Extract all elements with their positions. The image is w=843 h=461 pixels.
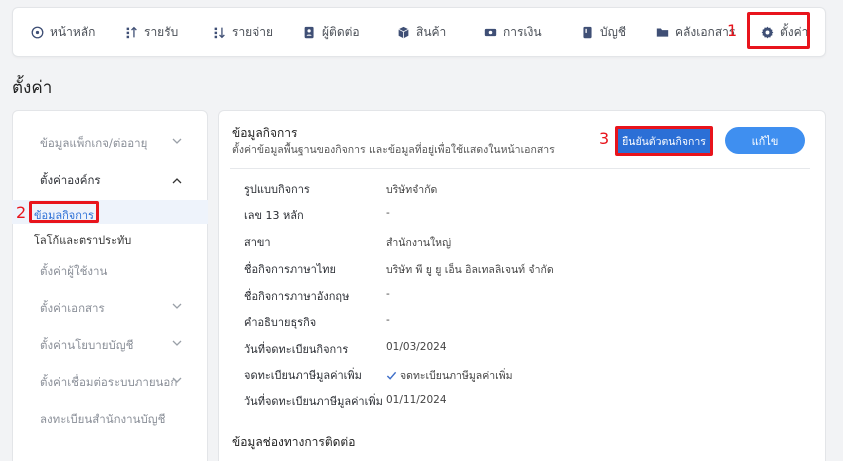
sidebar-item-package[interactable]: ข้อมูลแพ็กเกจ/ต่ออายุ [40, 135, 147, 153]
chevron-down-icon[interactable] [172, 301, 182, 311]
dashboard-icon [30, 25, 44, 39]
nav-finance-label: การเงิน [503, 24, 542, 39]
annotation-number-3: 3 [599, 129, 610, 148]
thai-name-value: บริษัท พี ยู ยู เอ็น อิลเทลลิเจนท์ จำกัด [386, 264, 554, 276]
nav-products-label: สินค้า [416, 24, 447, 39]
registration-date-label: วันที่จดทะเบียนกิจการ [244, 343, 349, 356]
vat-registered-label: จดทะเบียนภาษีมูลค่าเพิ่ม [244, 369, 362, 382]
nav-products[interactable]: สินค้า [396, 7, 446, 57]
chevron-down-icon[interactable] [172, 338, 182, 348]
vat-registered-value: จดทะเบียนภาษีมูลค่าเพิ่ม [386, 367, 513, 384]
annotation-box-verify [615, 126, 713, 156]
nav-contacts-label: ผู้ติดต่อ [322, 24, 360, 39]
thai-name-label: ชื่อกิจการภาษาไทย [244, 263, 337, 276]
income-icon [124, 25, 138, 39]
nav-contacts[interactable]: ผู้ติดต่อ [302, 7, 360, 57]
sidebar-item-organization[interactable]: ตั้งค่าองค์กร [40, 172, 101, 190]
nav-home[interactable]: หน้าหลัก [30, 7, 95, 57]
sidebar-item-accounting-policy[interactable]: ตั้งค่านโยบายบัญชี [40, 337, 133, 355]
nav-income[interactable]: รายรับ [124, 7, 178, 57]
nav-accounting[interactable]: บัญชี [580, 7, 626, 57]
expense-icon [212, 25, 226, 39]
sidebar-item-users[interactable]: ตั้งค่าผู้ใช้งาน [40, 263, 107, 281]
business-description-value: - [386, 314, 390, 326]
annotation-number-2: 2 [16, 203, 27, 222]
folder-icon [655, 25, 669, 39]
contacts-icon [302, 25, 316, 39]
panel-divider [230, 168, 810, 169]
annotation-box-business-info [29, 201, 99, 223]
nav-income-label: รายรับ [144, 24, 179, 39]
branch-label: สาขา [244, 236, 271, 249]
nav-home-label: หน้าหลัก [50, 24, 96, 39]
sidebar-subitem-logo-stamp[interactable]: โลโก้และตราประทับ [34, 231, 131, 249]
vat-date-value: 01/11/2024 [386, 394, 447, 406]
check-icon [386, 371, 397, 380]
nav-accounting-label: บัญชี [600, 24, 626, 39]
nav-expense-label: รายจ่าย [232, 24, 274, 39]
vat-registered-text: จดทะเบียนภาษีมูลค่าเพิ่ม [400, 370, 513, 382]
sidebar-item-integrations[interactable]: ตั้งค่าเชื่อมต่อระบบภายนอก [40, 374, 177, 392]
settings-sidebar [12, 110, 208, 461]
edit-button[interactable]: แก้ไข [725, 127, 805, 154]
section-description: ตั้งค่าข้อมูลพื้นฐานของกิจการ และข้อมูลท… [232, 144, 555, 156]
business-description-label: คำอธิบายธุรกิจ [244, 316, 317, 329]
business-type-label: รูปแบบกิจการ [244, 183, 310, 196]
page-title: ตั้งค่า [12, 78, 53, 98]
contact-section-title: ข้อมูลช่องทางการติดต่อ [232, 435, 356, 449]
vat-date-label: วันที่จดทะเบียนภาษีมูลค่าเพิ่ม [244, 395, 383, 408]
annotation-number-1: 1 [727, 21, 738, 40]
english-name-label: ชื่อกิจการภาษาอังกฤษ [244, 290, 350, 303]
sidebar-item-accounting-office[interactable]: ลงทะเบียนสำนักงานบัญชี [40, 411, 165, 429]
sidebar-item-documents[interactable]: ตั้งค่าเอกสาร [40, 300, 105, 318]
tax-id-label: เลข 13 หลัก [244, 209, 304, 222]
nav-documents[interactable]: คลังเอกสาร [655, 7, 735, 57]
nav-finance[interactable]: การเงิน [483, 7, 542, 57]
tax-id-value: - [386, 207, 390, 219]
box-icon [396, 25, 410, 39]
english-name-value: - [386, 288, 390, 300]
chevron-down-icon[interactable] [172, 136, 182, 146]
money-icon [483, 25, 497, 39]
chevron-down-icon[interactable] [172, 375, 182, 385]
ledger-icon [580, 25, 594, 39]
annotation-box-settings [747, 12, 810, 49]
chevron-up-icon[interactable] [172, 176, 182, 186]
branch-value: สำนักงานใหญ่ [386, 237, 452, 249]
registration-date-value: 01/03/2024 [386, 341, 447, 353]
business-type-value: บริษัทจำกัด [386, 184, 438, 196]
nav-expense[interactable]: รายจ่าย [212, 7, 273, 57]
